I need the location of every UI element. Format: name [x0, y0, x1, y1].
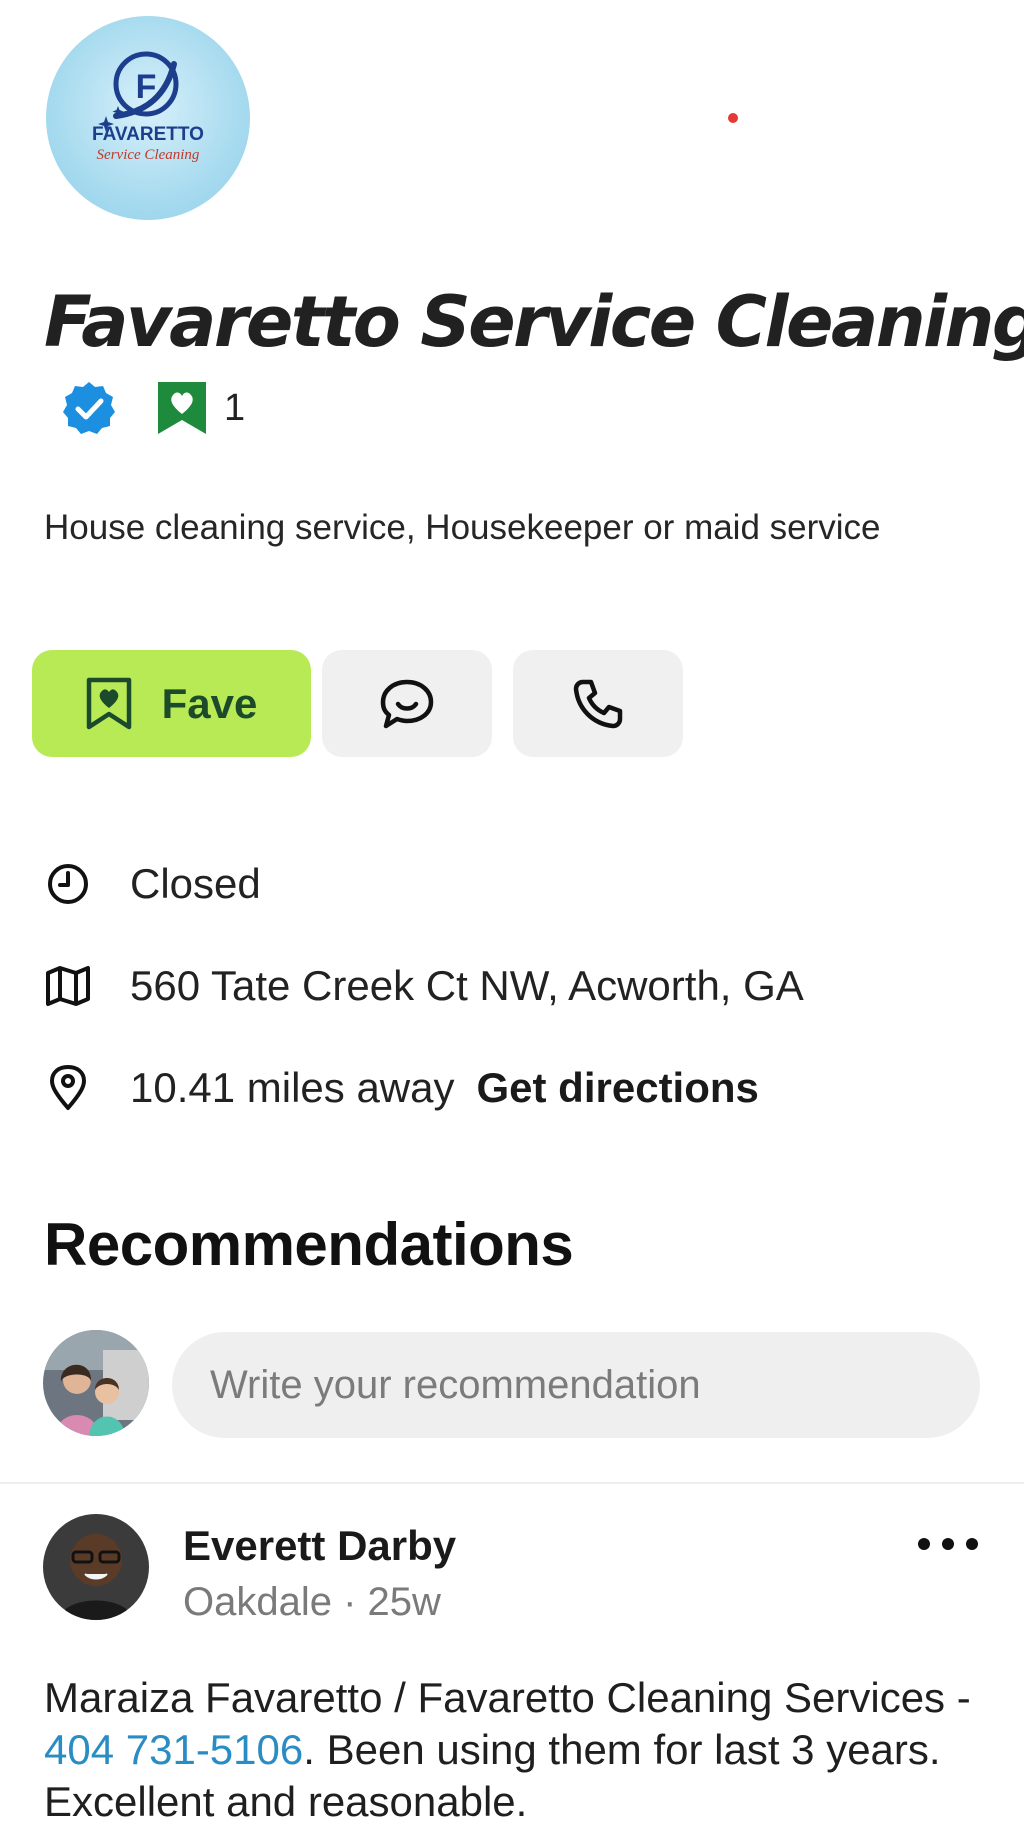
address-text: 560 Tate Creek Ct NW, Acworth, GA — [130, 962, 804, 1009]
distance-text: 10.41 miles away — [130, 1064, 455, 1111]
recommendation-placeholder: Write your recommendation — [210, 1362, 701, 1407]
distance-row: 10.41 miles away Get directions — [44, 1058, 759, 1118]
fave-bookmark-icon — [158, 382, 206, 434]
status-dot — [728, 113, 738, 123]
map-icon — [46, 966, 90, 1006]
clock-icon — [48, 864, 88, 904]
call-button[interactable] — [513, 650, 683, 757]
avatar-photo — [43, 1514, 149, 1620]
post-meta: Oakdale · 25w — [183, 1580, 441, 1624]
location-pin-icon — [50, 1065, 86, 1110]
logo-text: FAVARETTO — [92, 124, 204, 145]
post-author-name[interactable]: Everett Darby — [183, 1522, 456, 1570]
fave-count: 1 — [224, 386, 246, 429]
more-dot — [942, 1538, 954, 1550]
section-divider — [0, 1482, 1024, 1484]
logo-letter: F — [136, 68, 157, 106]
logo-subtext: Service Cleaning — [97, 147, 200, 163]
badges-row: 1 — [60, 380, 245, 436]
message-button[interactable] — [322, 650, 492, 757]
post-author-avatar[interactable] — [43, 1514, 149, 1620]
phone-icon — [573, 679, 623, 728]
more-dot — [966, 1538, 978, 1550]
fave-button-label: Fave — [161, 679, 258, 727]
current-user-avatar[interactable] — [43, 1330, 149, 1436]
business-logo: F FAVARETTO Service Cleaning — [46, 16, 250, 220]
business-page: F FAVARETTO Service Cleaning Favaretto S… — [0, 0, 1024, 1838]
recommendation-input[interactable]: Write your recommendation — [172, 1332, 980, 1438]
fave-button[interactable]: Fave — [32, 650, 311, 757]
get-directions-link[interactable]: Get directions — [477, 1064, 759, 1112]
verified-badge-icon — [63, 382, 115, 434]
business-categories: House cleaning service, Housekeeper or m… — [44, 508, 881, 547]
post-text-before: Maraiza Favaretto / Favaretto Cleaning S… — [44, 1674, 971, 1721]
recommendations-heading: Recommendations — [44, 1211, 574, 1278]
post-phone-link[interactable]: 404 731-5106 — [44, 1726, 303, 1773]
business-name: Favaretto Service Cleaning — [44, 281, 1024, 363]
hours-status: Closed — [130, 860, 261, 907]
chat-bubble-icon — [380, 679, 434, 728]
logo-graphic: F FAVARETTO Service Cleaning — [92, 51, 204, 163]
more-dot — [918, 1538, 930, 1550]
hours-row[interactable]: Closed — [44, 854, 261, 914]
bookmark-heart-icon — [86, 677, 131, 729]
action-buttons: Fave — [32, 650, 704, 757]
address-row[interactable]: 560 Tate Creek Ct NW, Acworth, GA — [44, 956, 804, 1016]
post-more-options-button[interactable] — [918, 1526, 978, 1562]
post-body: Maraiza Favaretto / Favaretto Cleaning S… — [44, 1672, 994, 1828]
avatar-photo — [43, 1330, 149, 1436]
